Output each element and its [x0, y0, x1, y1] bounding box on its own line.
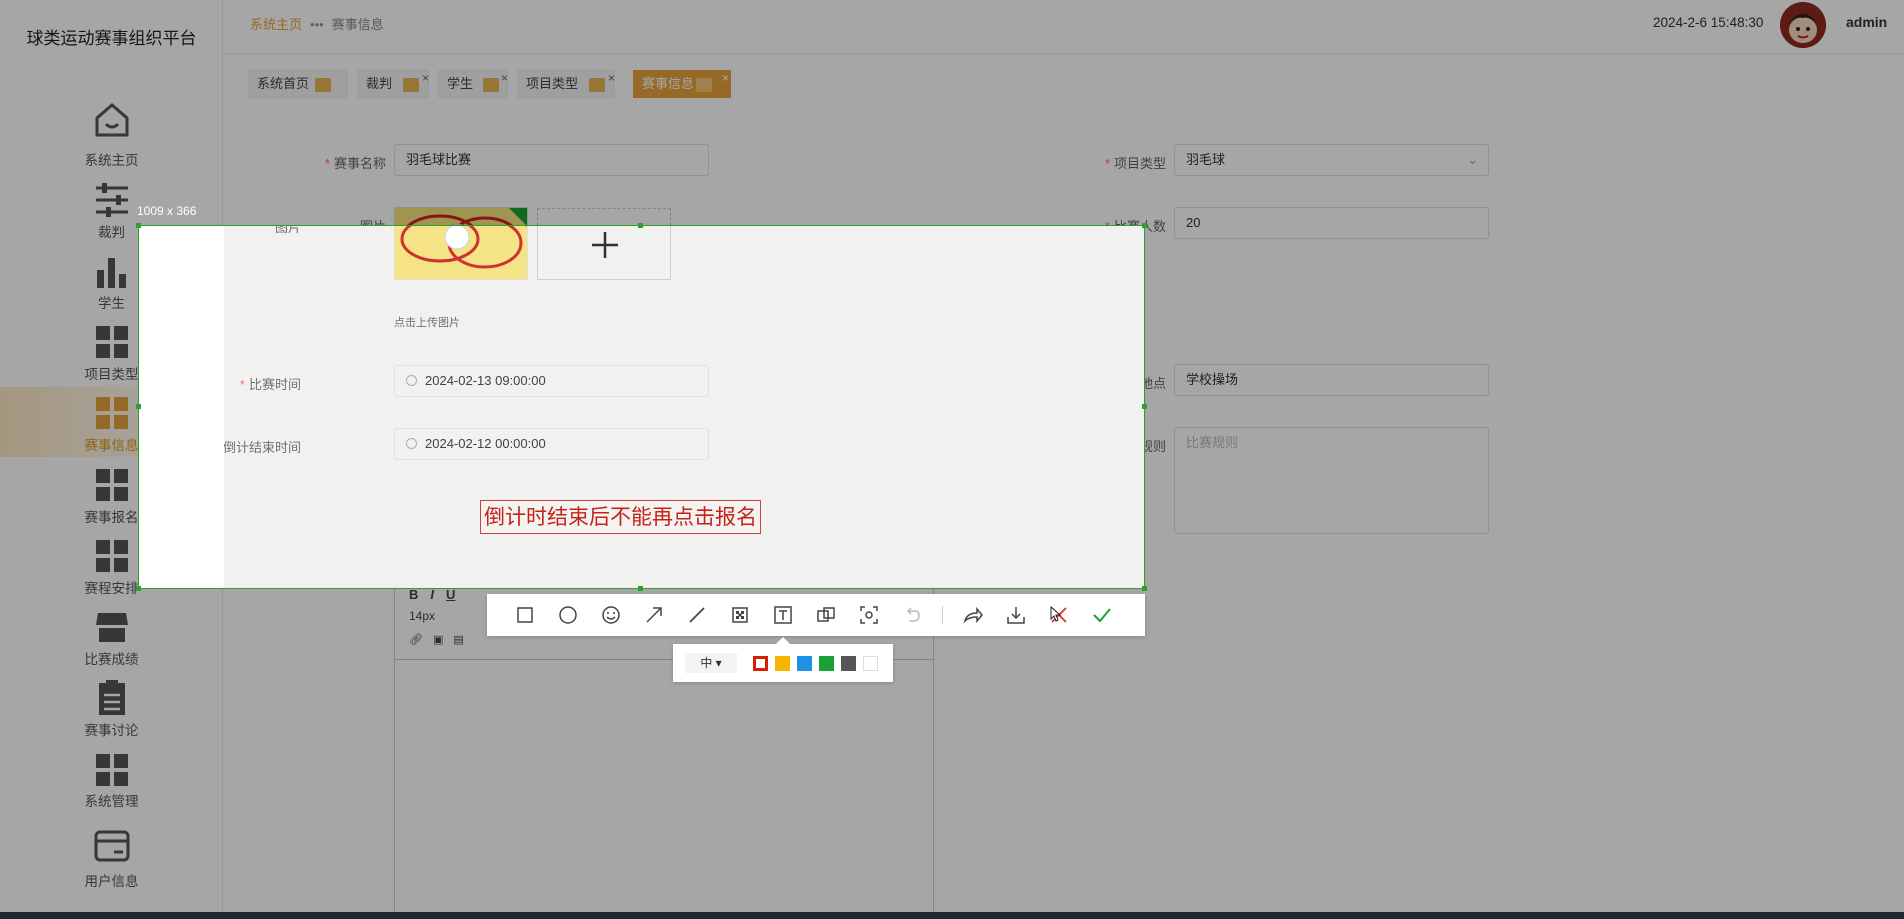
pin-icon[interactable] — [814, 603, 838, 627]
text-icon[interactable] — [771, 603, 795, 627]
resize-handle[interactable] — [1142, 404, 1147, 409]
arrow-icon[interactable] — [642, 603, 666, 627]
upload-button — [537, 226, 671, 280]
pen-size-select[interactable]: 中 ▾ — [685, 653, 737, 673]
cancel-icon[interactable] — [1047, 603, 1071, 627]
resize-handle[interactable] — [136, 223, 141, 228]
badminton-image — [395, 226, 527, 279]
color-swatch-red[interactable] — [753, 656, 768, 671]
emoji-icon[interactable] — [599, 603, 623, 627]
ocr-icon[interactable] — [857, 603, 881, 627]
selection-content: 图片 点击上传图片 * 比赛时间 2024-02-13 09:00:00 倒计结束… — [223, 226, 1144, 588]
color-swatch-gray[interactable] — [841, 656, 856, 671]
countdown-picker: 2024-02-12 00:00:00 — [394, 428, 709, 460]
undo-icon[interactable] — [900, 603, 924, 627]
time-picker: 2024-02-13 09:00:00 — [394, 365, 709, 397]
mosaic-icon[interactable] — [728, 603, 752, 627]
download-icon[interactable] — [1004, 603, 1028, 627]
resize-handle[interactable] — [638, 223, 643, 228]
selection-white-area — [139, 226, 224, 588]
ellipse-icon[interactable] — [556, 603, 580, 627]
color-swatch-blue[interactable] — [797, 656, 812, 671]
confirm-icon[interactable] — [1090, 603, 1114, 627]
resize-handle[interactable] — [136, 404, 141, 409]
color-swatch-green[interactable] — [819, 656, 834, 671]
os-taskbar — [0, 912, 1904, 919]
upload-hint: 点击上传图片 — [394, 317, 460, 329]
rectangle-icon[interactable] — [513, 603, 537, 627]
color-picker-bar: 中 ▾ — [673, 637, 893, 682]
share-icon[interactable] — [961, 603, 985, 627]
resize-handle[interactable] — [136, 586, 141, 591]
selection-size-label: 1009 x 366 — [137, 204, 197, 218]
resize-handle[interactable] — [1142, 586, 1147, 591]
image-thumbnail — [394, 226, 528, 280]
plus-icon — [592, 232, 618, 258]
app-window: 球类运动赛事组织平台 系统主页 裁判 学生 项目类型 赛事信息 赛事报名 赛程安… — [0, 0, 1904, 919]
screenshot-selection[interactable]: 图片 点击上传图片 * 比赛时间 2024-02-13 09:00:00 倒计结束… — [138, 225, 1145, 589]
annotation-text-box[interactable]: 倒计时结束后不能再点击报名 — [480, 500, 761, 534]
line-icon[interactable] — [685, 603, 709, 627]
color-swatch-yellow[interactable] — [775, 656, 790, 671]
toolbar-divider — [942, 606, 943, 624]
resize-handle[interactable] — [638, 586, 643, 591]
color-swatch-white[interactable] — [863, 656, 878, 671]
resize-handle[interactable] — [1142, 223, 1147, 228]
screenshot-toolbar — [487, 594, 1145, 636]
